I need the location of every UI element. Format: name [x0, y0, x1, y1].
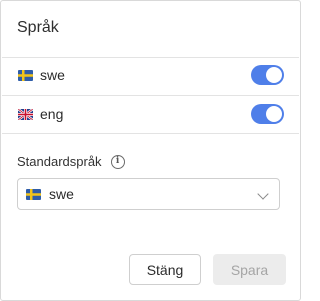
sweden-flag-icon [18, 69, 33, 81]
sweden-flag-icon [26, 188, 41, 200]
dialog-title: Språk [17, 19, 59, 36]
language-row-swe: swe [1, 56, 300, 94]
language-toggle-swe[interactable] [251, 65, 284, 85]
info-icon[interactable]: i [110, 154, 125, 169]
language-toggle-eng[interactable] [251, 104, 284, 124]
language-dialog: Språk swe eng Standardspråk i swe Stäng … [0, 0, 301, 301]
toggle-knob [266, 106, 282, 122]
save-button[interactable]: Spara [213, 254, 286, 285]
language-row-eng: eng [1, 95, 300, 133]
close-button[interactable]: Stäng [129, 254, 201, 285]
uk-flag-icon [18, 108, 33, 120]
default-language-select[interactable]: swe [17, 178, 280, 210]
chevron-down-icon [257, 188, 269, 200]
divider [2, 133, 299, 134]
language-label: eng [40, 106, 64, 122]
language-label: swe [40, 67, 65, 83]
default-language-label-row: Standardspråk i [17, 154, 125, 169]
selected-language: swe [49, 186, 74, 202]
toggle-knob [266, 67, 282, 83]
default-language-label: Standardspråk [17, 154, 102, 169]
